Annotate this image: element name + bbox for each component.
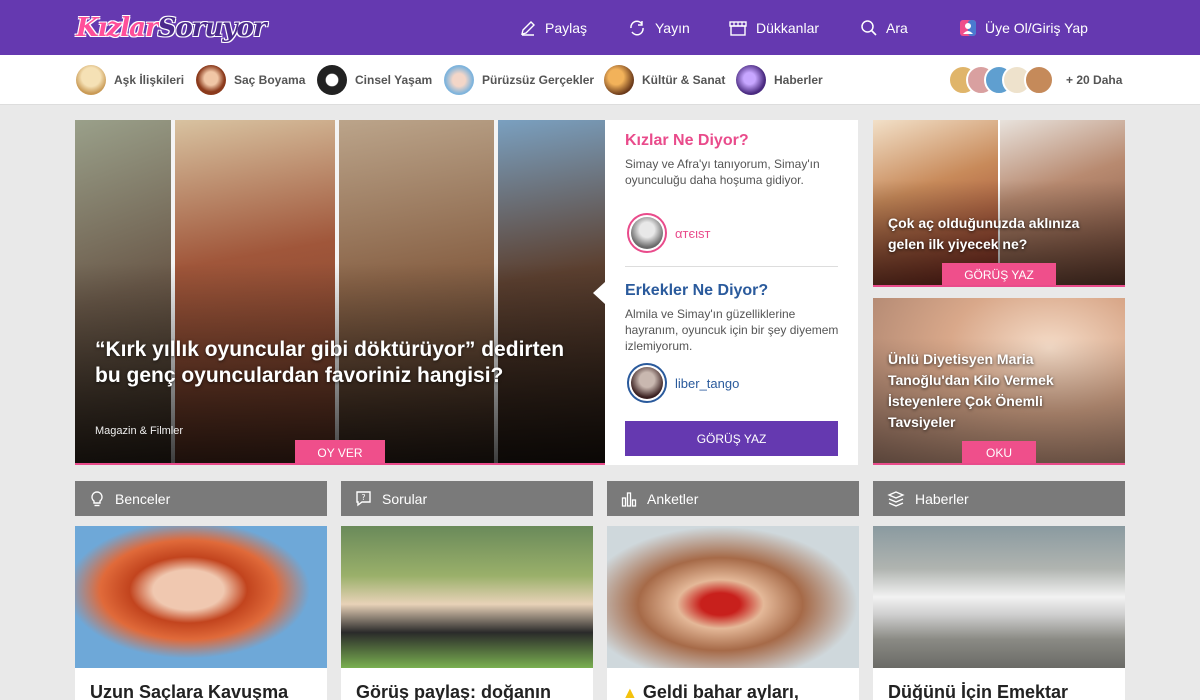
vote-button[interactable]: OY VER [295, 440, 385, 463]
category-label: Haberler [774, 73, 823, 87]
category-hair-dye-icon [196, 65, 226, 95]
category-hair-dye[interactable]: Saç Boyama [196, 65, 305, 95]
category-news-icon [736, 65, 766, 95]
women-opinion-title: Kızlar Ne Diyor? [625, 132, 749, 149]
hero-title[interactable]: “Kırk yıllık oyuncular gibi döktürüyor” … [95, 337, 575, 389]
divider [625, 266, 838, 267]
poll-card-title[interactable]: ▲ Geldi bahar ayları, [622, 682, 799, 700]
news-card[interactable]: Düğünü İçin Emektar [873, 526, 1125, 700]
category-label: Pürüzsüz Gerçekler [482, 73, 595, 87]
more-categories-link[interactable]: + 20 Daha [1066, 65, 1122, 95]
food-question-title[interactable]: Çok aç olduğunuzda aklınıza gelen ilk yi… [888, 213, 1110, 255]
poll-card-title-text: Geldi bahar ayları, [642, 682, 799, 700]
category-sex-life[interactable]: Cinsel Yaşam [317, 65, 432, 95]
diet-article-card[interactable]: Ünlü Diyetisyen Maria Tanoğlu'dan Kilo V… [873, 298, 1125, 465]
category-label: Aşk İlişkileri [114, 73, 185, 87]
read-button[interactable]: OKU [962, 441, 1036, 463]
avatar [627, 213, 667, 253]
pencil-icon [521, 20, 535, 36]
shop-icon [729, 20, 747, 36]
nav-shops-label: Dükkanlar [756, 19, 820, 36]
refresh-icon [630, 20, 644, 35]
women-opinion-user[interactable]: αтєιѕт [627, 213, 710, 253]
logo-text-part1: Kızlar [76, 13, 159, 43]
category-culture-art-icon [604, 65, 634, 95]
svg-text:?: ? [361, 493, 365, 502]
question-bubble-icon: ? [356, 491, 371, 507]
men-opinion-user[interactable]: liber_tango [627, 363, 739, 403]
news-stack-icon [887, 490, 905, 507]
news-card-title[interactable]: Düğünü İçin Emektar [888, 682, 1068, 700]
men-opinion-text[interactable]: Almila ve Simay'ın güzelliklerine hayran… [625, 306, 840, 354]
opinion-card-title[interactable]: Uzun Saçlara Kavuşma [90, 682, 288, 700]
poll-card-image [607, 526, 859, 668]
question-card-image [341, 526, 593, 668]
category-news[interactable]: Haberler [736, 65, 823, 95]
user-gender-icon [960, 19, 976, 36]
nav-login-label: Üye Ol/Giriş Yap [985, 19, 1088, 36]
section-questions[interactable]: ? Sorular [341, 481, 593, 516]
women-opinion-text[interactable]: Simay ve Afra'yı tanıyorum, Simay'ın oyu… [625, 156, 840, 188]
nav-login[interactable]: Üye Ol/Giriş Yap [959, 0, 1088, 55]
category-label: Saç Boyama [234, 73, 306, 87]
opinion-card[interactable]: Uzun Saçlara Kavuşma [75, 526, 327, 700]
category-smooth-truths-icon [444, 65, 474, 95]
food-question-card[interactable]: Çok aç olduğunuzda aklınıza gelen ilk yi… [873, 120, 1125, 287]
category-love[interactable]: Aşk İlişkileri [76, 65, 184, 95]
nav-search-label: Ara [886, 19, 908, 36]
women-opinion-username: αтєιѕт [675, 225, 711, 241]
bar-chart-icon [621, 491, 637, 507]
site-logo[interactable]: Kızlar Soruyor [76, 12, 267, 44]
search-icon [861, 19, 877, 36]
question-card[interactable]: Görüş paylaş: doğanın [341, 526, 593, 700]
nav-feed-label: Yayın [655, 19, 690, 36]
panel-pointer [593, 282, 605, 304]
category-label: Kültür & Sanat [642, 73, 726, 87]
opinions-panel: Kızlar Ne Diyor? Simay ve Afra'yı tanıyo… [605, 120, 858, 465]
section-label: Sorular [382, 490, 428, 507]
top-header: Kızlar Soruyor Paylaş Yayın Dükkanlar Ara… [0, 0, 1200, 55]
category-label: Cinsel Yaşam [355, 73, 433, 87]
avatar [627, 363, 667, 403]
section-label: Anketler [647, 490, 699, 507]
bulb-icon [91, 490, 103, 506]
men-opinion-username: liber_tango [675, 375, 740, 391]
hero-category[interactable]: Magazin & Filmler [95, 425, 183, 437]
avatar [1024, 65, 1054, 95]
food-write-opinion-button[interactable]: GÖRÜŞ YAZ [942, 263, 1056, 285]
hero-article[interactable]: “Kırk yıllık oyuncular gibi döktürüyor” … [75, 120, 605, 465]
section-news[interactable]: Haberler [873, 481, 1125, 516]
nav-share-label: Paylaş [545, 19, 588, 36]
category-smooth-truths[interactable]: Pürüzsüz Gerçekler [444, 65, 594, 95]
logo-text-part2: Soruyor [157, 13, 267, 43]
men-opinion-title: Erkekler Ne Diyor? [625, 282, 769, 299]
diet-article-title[interactable]: Ünlü Diyetisyen Maria Tanoğlu'dan Kilo V… [888, 349, 1110, 433]
poll-card[interactable]: ▲ Geldi bahar ayları, [607, 526, 859, 700]
question-card-title[interactable]: Görüş paylaş: doğanın [356, 682, 551, 700]
section-label: Haberler [915, 490, 969, 507]
section-opinions[interactable]: Benceler [75, 481, 327, 516]
write-opinion-button[interactable]: GÖRÜŞ YAZ [625, 421, 838, 456]
category-bar: Aşk İlişkileri Saç Boyama Cinsel Yaşam P… [0, 55, 1200, 105]
category-culture-art[interactable]: Kültür & Sanat [604, 65, 725, 95]
category-sex-life-icon [317, 65, 347, 95]
nav-search[interactable]: Ara [860, 0, 908, 55]
section-label: Benceler [115, 490, 171, 507]
nav-shops[interactable]: Dükkanlar [728, 0, 819, 55]
nav-share[interactable]: Paylaş [519, 0, 587, 55]
news-card-image [873, 526, 1125, 668]
category-love-icon [76, 65, 106, 95]
section-polls[interactable]: Anketler [607, 481, 859, 516]
nav-feed[interactable]: Yayın [627, 0, 690, 55]
opinion-card-image [75, 526, 327, 668]
thumbs-up-icon: ▲ [622, 685, 638, 700]
